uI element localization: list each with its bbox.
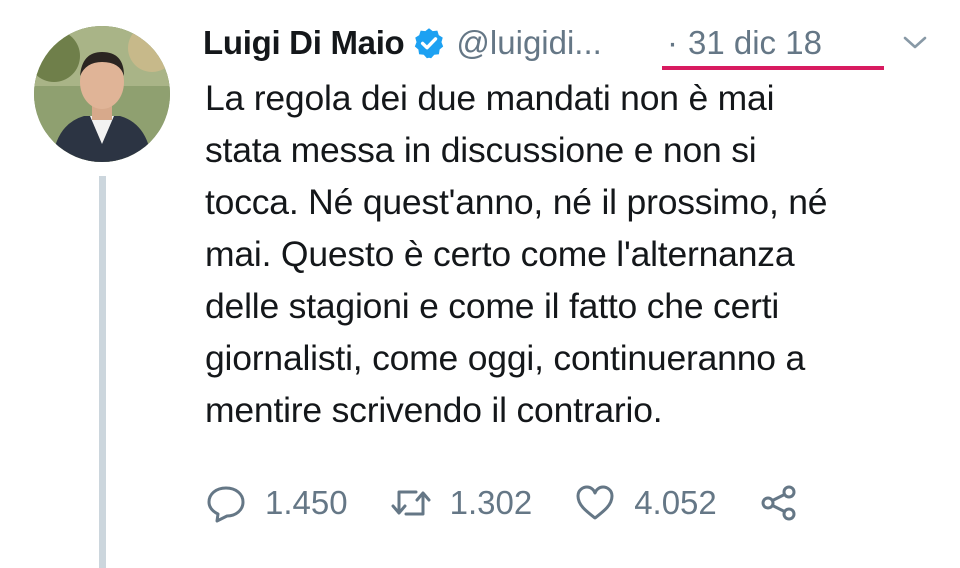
author-avatar[interactable] [34,26,170,162]
share-button[interactable] [759,483,799,523]
verified-badge-icon [412,26,446,60]
separator-dot: · [667,24,678,61]
retweet-icon [390,482,432,524]
tweet-actions: 1.450 1.302 4.052 [205,478,799,528]
like-button[interactable]: 4.052 [574,482,717,524]
reply-count: 1.450 [265,484,348,521]
heart-icon [574,482,616,524]
tweet-date-group: · 31 dic 18 [667,18,822,68]
reply-button[interactable]: 1.450 [205,482,348,524]
tweet-text: La regola dei due mandati non è mai stat… [205,78,828,430]
avatar-photo [34,26,170,162]
retweet-count: 1.302 [449,484,533,521]
chevron-down-icon[interactable] [902,34,928,52]
date-highlight-underline [662,66,884,70]
reply-icon [205,482,247,524]
tweet-header: Luigi Di Maio @luigidi... [203,18,602,68]
author-handle[interactable]: @luigidi... [456,24,601,62]
tweet-date[interactable]: 31 dic 18 [688,24,822,62]
share-icon [759,483,799,523]
author-name[interactable]: Luigi Di Maio [203,24,405,62]
like-count: 4.052 [634,484,717,521]
thread-line [99,176,106,568]
retweet-button[interactable]: 1.302 [390,482,533,524]
